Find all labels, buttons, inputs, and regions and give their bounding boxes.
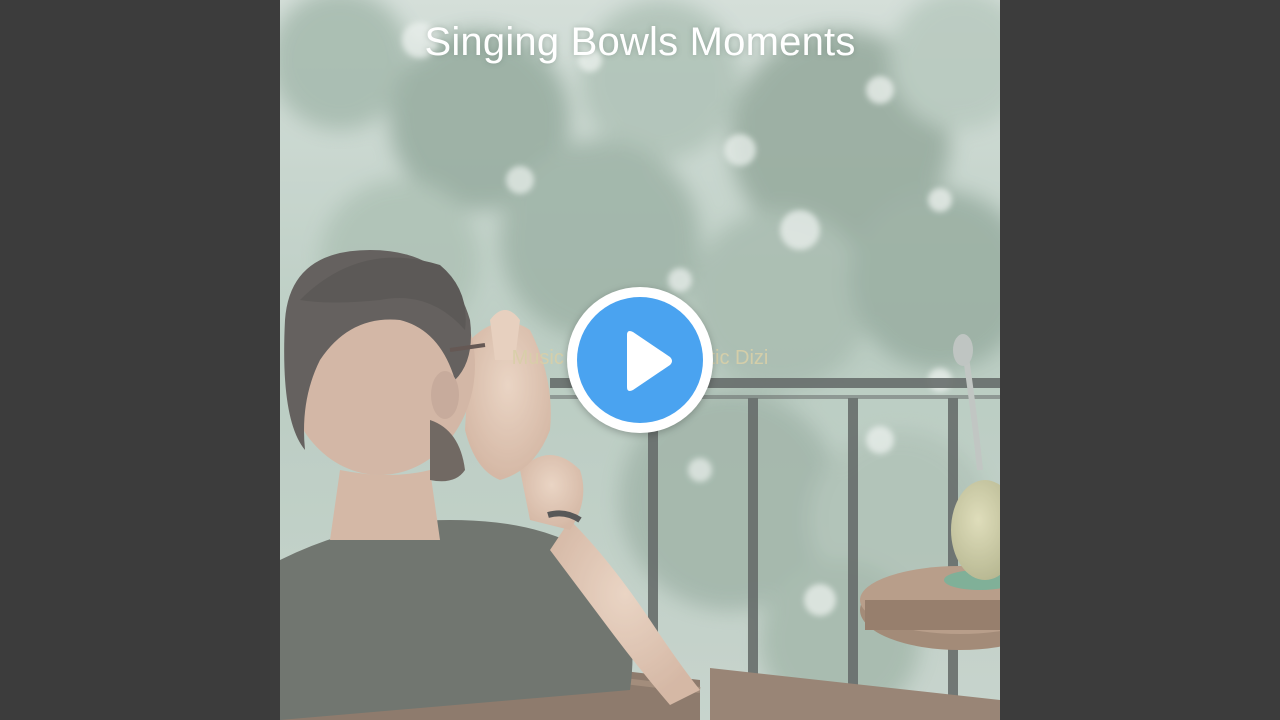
video-title: Singing Bowls Moments	[424, 20, 856, 64]
play-icon	[627, 331, 672, 391]
video-player[interactable]: Singing Bowls Moments Music for Med y - …	[0, 0, 1280, 720]
play-button-circle	[577, 297, 703, 423]
play-button[interactable]	[567, 287, 713, 433]
